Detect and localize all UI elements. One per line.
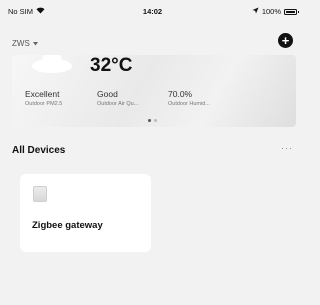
temperature: 32°C xyxy=(90,55,133,76)
caret-down-icon xyxy=(32,39,38,48)
weather-card[interactable]: 32°C Excellent Outdoor PM2.5 Good Outdoo… xyxy=(12,55,296,127)
metric-label: Outdoor Humid... xyxy=(168,101,210,107)
metric-pm25: Excellent Outdoor PM2.5 xyxy=(25,89,62,107)
device-card[interactable]: Zigbee gateway xyxy=(20,174,151,252)
home-selector[interactable]: ZWS xyxy=(12,39,38,48)
status-right: 100% xyxy=(252,7,299,16)
metric-humidity: 70.0% Outdoor Humid... xyxy=(168,89,210,107)
metric-label: Outdoor PM2.5 xyxy=(25,101,63,107)
page-dot xyxy=(154,119,157,122)
page-dot-active xyxy=(148,119,151,122)
metric-label: Outdoor Air Qu... xyxy=(97,101,139,107)
devices-section-header: All Devices ··· xyxy=(10,143,295,159)
metric-air-quality: Good Outdoor Air Qu... xyxy=(97,89,138,107)
metric-value: 70.0% xyxy=(168,89,193,99)
page-indicator xyxy=(148,119,157,122)
metric-value: Excellent xyxy=(25,89,60,99)
cloud-icon xyxy=(32,55,72,73)
gateway-device-icon xyxy=(33,186,47,202)
add-device-button[interactable]: + xyxy=(278,33,293,48)
home-row: ZWS + xyxy=(10,33,295,53)
home-name: ZWS xyxy=(12,39,30,48)
more-icon[interactable]: ··· xyxy=(281,143,293,153)
battery-percent: 100% xyxy=(261,7,281,16)
section-title: All Devices xyxy=(12,145,66,156)
location-arrow-icon xyxy=(252,7,259,16)
metric-value: Good xyxy=(97,89,118,99)
device-name: Zigbee gateway xyxy=(32,220,103,231)
battery-icon xyxy=(284,8,299,15)
status-bar: No SIM 14:02 100% xyxy=(0,0,305,22)
